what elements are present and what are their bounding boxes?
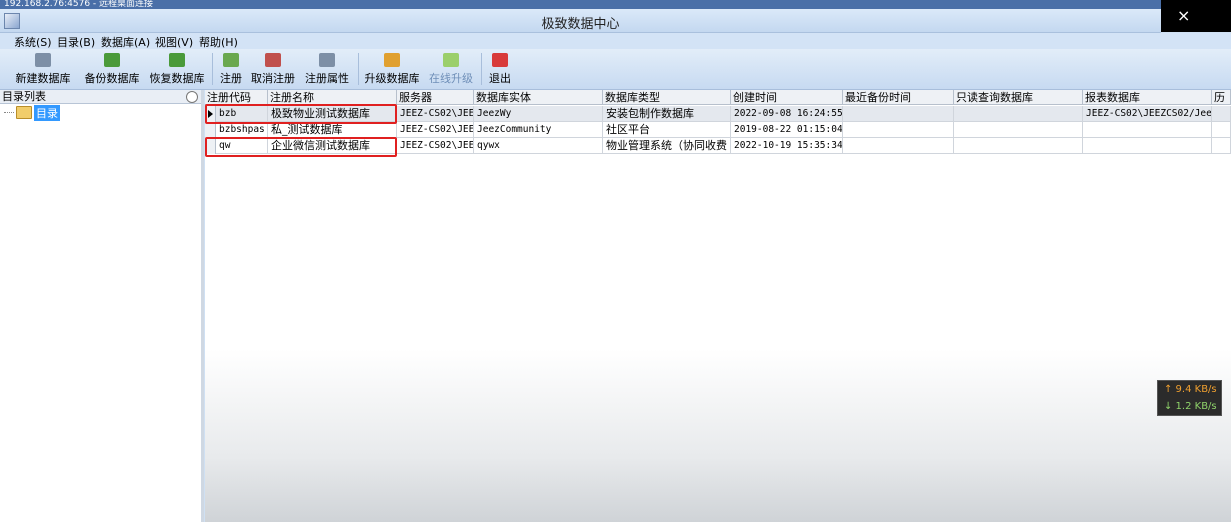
toolbar-separator: [212, 53, 213, 85]
exit-button[interactable]: 退出: [487, 51, 513, 87]
register-properties-button[interactable]: 注册属性: [304, 51, 350, 87]
column-header[interactable]: 数据库类型: [603, 90, 731, 105]
online-upgrade-button[interactable]: 在线升级: [428, 51, 474, 87]
screen-corner: ×: [1161, 0, 1231, 32]
database-backup-icon: [104, 53, 120, 67]
register-button[interactable]: 注册: [217, 51, 245, 87]
catalog-pane: 目录列表 目录: [0, 90, 204, 522]
menu-view[interactable]: 视图(V): [155, 34, 193, 50]
database-grid: 注册代码 注册名称 服务器 数据库实体 数据库类型 创建时间 最近备份时间 只读…: [205, 90, 1231, 522]
menu-help[interactable]: 帮助(H): [199, 34, 238, 50]
table-cell[interactable]: JEEZ-CS02\JEE: [397, 138, 474, 154]
table-cell[interactable]: 社区平台: [603, 122, 731, 138]
tree-item-root[interactable]: 目录: [4, 104, 60, 121]
database-new-icon: [35, 53, 51, 67]
column-header[interactable]: 创建时间: [731, 90, 843, 105]
table-cell[interactable]: [1212, 138, 1231, 154]
database-restore-icon: [169, 53, 185, 67]
remote-desktop-bar: 192.168.2.76:4576 - 远程桌面连接: [0, 0, 1231, 9]
column-header[interactable]: 数据库实体: [474, 90, 603, 105]
table-cell[interactable]: [843, 122, 954, 138]
table-cell[interactable]: [954, 138, 1083, 154]
toolbar-separator: [481, 53, 482, 85]
download-speed: ↓ 1.2 KB/s: [1164, 401, 1217, 412]
table-cell[interactable]: 物业管理系统（协同收费: [603, 138, 731, 154]
column-header[interactable]: 只读查询数据库: [954, 90, 1083, 105]
menu-system[interactable]: 系统(S): [14, 34, 52, 50]
catalog-pane-title: 目录列表: [2, 90, 46, 103]
column-header[interactable]: 注册代码: [205, 90, 268, 105]
row-header[interactable]: [205, 122, 216, 138]
table-cell[interactable]: 2022-09-08 16:24:55: [731, 106, 843, 122]
new-database-button[interactable]: 新建数据库: [14, 51, 72, 87]
title-bar: 极致数据中心: [0, 9, 1161, 33]
table-cell[interactable]: 安装包制作数据库: [603, 106, 731, 122]
power-exit-icon: [492, 53, 508, 67]
tree-item-label: 目录: [34, 104, 60, 121]
register-icon: [223, 53, 239, 67]
column-header[interactable]: 报表数据库: [1083, 90, 1212, 105]
table-cell[interactable]: [954, 106, 1083, 122]
table-cell[interactable]: qywx: [474, 138, 603, 154]
table-cell[interactable]: 私_测试数据库: [268, 122, 397, 138]
table-cell[interactable]: [843, 138, 954, 154]
table-cell[interactable]: JEEZ-CS02\JEEZCS02/Jee: [1083, 106, 1212, 122]
table-cell[interactable]: bzbshpas: [216, 122, 268, 138]
table-cell[interactable]: [1083, 138, 1212, 154]
table-cell[interactable]: [843, 106, 954, 122]
column-header[interactable]: 注册名称: [268, 90, 397, 105]
tree-connector: [4, 112, 14, 113]
network-speed-widget: ↑ 9.4 KB/s ↓ 1.2 KB/s: [1157, 380, 1222, 416]
table-cell[interactable]: [1212, 122, 1231, 138]
catalog-pane-header: 目录列表: [0, 90, 201, 104]
upgrade-database-button[interactable]: 升级数据库: [363, 51, 421, 87]
online-upgrade-icon: [443, 53, 459, 67]
folder-open-icon: [16, 106, 32, 119]
remote-desktop-title: 192.168.2.76:4576 - 远程桌面连接: [4, 0, 154, 9]
highlight-box: [205, 104, 397, 124]
column-header[interactable]: 最近备份时间: [843, 90, 954, 105]
properties-icon: [319, 53, 335, 67]
backup-database-button[interactable]: 备份数据库: [83, 51, 141, 87]
highlight-box: [205, 137, 397, 157]
table-cell[interactable]: [1212, 106, 1231, 122]
menu-catalog[interactable]: 目录(B): [57, 34, 95, 50]
table-cell[interactable]: 2019-08-22 01:15:04: [731, 122, 843, 138]
unregister-icon: [265, 53, 281, 67]
table-cell[interactable]: JeezCommunity: [474, 122, 603, 138]
table-cell[interactable]: JEEZ-CS02\JEE: [397, 122, 474, 138]
column-header[interactable]: 历: [1212, 90, 1231, 105]
pin-icon[interactable]: [186, 91, 198, 103]
window-title: 极致数据中心: [541, 17, 620, 32]
unregister-button[interactable]: 取消注册: [250, 51, 296, 87]
table-cell[interactable]: JEEZ-CS02\JEE: [397, 106, 474, 122]
upgrade-database-icon: [384, 53, 400, 67]
table-cell[interactable]: JeezWy: [474, 106, 603, 122]
menu-database[interactable]: 数据库(A): [101, 34, 150, 50]
table-cell[interactable]: [1083, 122, 1212, 138]
toolbar-separator: [358, 53, 359, 85]
menu-bar: 系统(S) 目录(B) 数据库(A) 视图(V) 帮助(H): [0, 33, 1231, 49]
upload-speed: ↑ 9.4 KB/s: [1164, 384, 1217, 395]
table-cell[interactable]: 2022-10-19 15:35:34: [731, 138, 843, 154]
close-icon[interactable]: ×: [1177, 6, 1190, 25]
restore-database-button[interactable]: 恢复数据库: [148, 51, 206, 87]
column-header[interactable]: 服务器: [397, 90, 474, 105]
toolbar: 新建数据库 备份数据库 恢复数据库 注册 取消注册 注册属性 升级数据库 在线升…: [0, 49, 1231, 90]
table-cell[interactable]: [954, 122, 1083, 138]
